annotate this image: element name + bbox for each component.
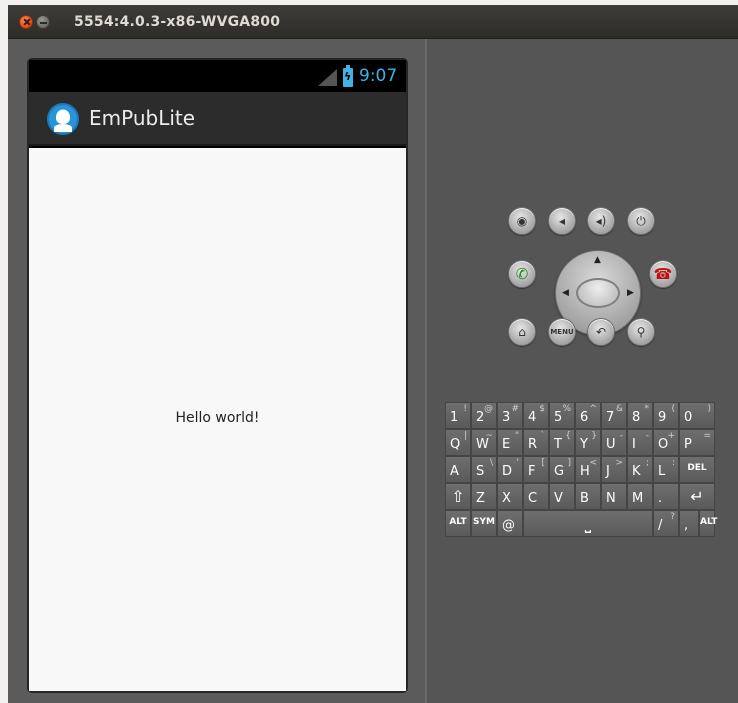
battery-icon [343, 65, 353, 87]
window-title: 5554:4.0.3-x86-WVGA800 [74, 14, 281, 30]
dpad-right-icon[interactable]: ▶ [627, 288, 634, 298]
key-g[interactable]: G] [549, 456, 575, 483]
key-m[interactable]: M [627, 483, 653, 510]
key-p[interactable]: P = [679, 429, 715, 456]
key-slash[interactable]: /? [653, 510, 679, 537]
minimize-window-button[interactable] [36, 15, 50, 29]
key-7[interactable]: 7 & [601, 402, 627, 429]
menu-label: MENU [550, 328, 574, 336]
controls-panel: ◉ ◂ ◂) ⏻ ✆ ▲ ▼ ◀ ▶ ☎ ⌂ MENU ↶ ⚲ 1! 2@ 3#… [425, 39, 738, 703]
shift-icon: ⇧ [451, 487, 465, 506]
key-w[interactable]: W ~ [471, 429, 497, 456]
key-o[interactable]: O + [653, 429, 679, 456]
home-icon[interactable]: ⌂ [508, 318, 536, 346]
dpad-left-icon[interactable]: ◀ [562, 288, 569, 298]
hello-text: Hello world! [175, 410, 260, 426]
key-u[interactable]: U- [601, 429, 627, 456]
key-t[interactable]: T{ [549, 429, 575, 456]
key-x[interactable]: X [497, 483, 523, 510]
title-bar: 5554:4.0.3-x86-WVGA800 [8, 5, 738, 39]
enter-icon: ↵ [690, 487, 704, 506]
key-period[interactable]: . [653, 483, 679, 510]
key-i[interactable]: I- [627, 429, 653, 456]
key-b[interactable]: B [575, 483, 601, 510]
key-delete[interactable]: DEL [679, 456, 715, 483]
search-icon[interactable]: ⚲ [627, 318, 655, 346]
app-logo-icon[interactable] [47, 103, 79, 135]
key-6[interactable]: 6 ^ [575, 402, 601, 429]
power-icon[interactable]: ⏻ [627, 207, 655, 235]
key-2[interactable]: 2 @ [471, 402, 497, 429]
key-h[interactable]: H < [575, 456, 601, 483]
signal-icon [318, 69, 337, 86]
volume-down-icon[interactable]: ◂ [548, 207, 576, 235]
key-y[interactable]: Y} [575, 429, 601, 456]
status-clock: 9:07 [359, 66, 398, 86]
key-k[interactable]: K; [627, 456, 653, 483]
camera-icon[interactable]: ◉ [508, 207, 536, 235]
emulator-window: 5554:4.0.3-x86-WVGA800 9:07 EmPubLite He… [8, 5, 738, 703]
call-icon[interactable]: ✆ [508, 260, 536, 288]
key-f[interactable]: F[ [523, 456, 549, 483]
key-3[interactable]: 3 # [497, 402, 523, 429]
key-alt-right[interactable]: ALT [699, 510, 717, 537]
volume-up-icon[interactable]: ◂) [587, 207, 615, 235]
key-1[interactable]: 1! [445, 402, 471, 429]
key-s[interactable]: S \ [471, 456, 497, 483]
key-c[interactable]: C [523, 483, 549, 510]
key-enter[interactable]: ↵ [679, 483, 715, 510]
key-v[interactable]: V [549, 483, 575, 510]
key-j[interactable]: J > [601, 456, 627, 483]
key-at[interactable]: @ [497, 510, 523, 537]
key-n[interactable]: N [601, 483, 627, 510]
key-9[interactable]: 9( [653, 402, 679, 429]
menu-icon[interactable]: MENU [548, 318, 576, 346]
key-l[interactable]: L: [653, 456, 679, 483]
space-icon: ⎵ [584, 514, 592, 533]
key-a[interactable]: A [445, 456, 471, 483]
key-q[interactable]: Q | [445, 429, 471, 456]
back-icon[interactable]: ↶ [587, 318, 615, 346]
device-screen: 9:07 EmPubLite Hello world! [27, 58, 408, 693]
key-r[interactable]: R ` [523, 429, 549, 456]
end-call-icon[interactable]: ☎ [649, 260, 677, 288]
key-alt-left[interactable]: ALT [445, 510, 471, 537]
key-8[interactable]: 8 * [627, 402, 653, 429]
key-d[interactable]: D ' [497, 456, 523, 483]
key-4[interactable]: 4 $ [523, 402, 549, 429]
key-sym[interactable]: SYM [471, 510, 497, 537]
key-space[interactable]: ⎵ [523, 510, 653, 537]
dpad-up-icon[interactable]: ▲ [594, 255, 601, 265]
app-title: EmPubLite [89, 106, 196, 130]
close-window-button[interactable] [19, 15, 33, 29]
device-panel: 9:07 EmPubLite Hello world! [8, 39, 425, 703]
key-5[interactable]: 5% [549, 402, 575, 429]
key-0[interactable]: 0) [679, 402, 715, 429]
key-e[interactable]: E " [497, 429, 523, 456]
key-shift[interactable]: ⇧ [445, 483, 471, 510]
dpad-center-button[interactable] [576, 278, 620, 308]
main-content: Hello world! [29, 148, 406, 691]
key-z[interactable]: Z [471, 483, 497, 510]
status-bar: 9:07 [29, 60, 406, 92]
key-comma[interactable]: , [679, 510, 699, 537]
action-bar: EmPubLite [29, 92, 406, 146]
